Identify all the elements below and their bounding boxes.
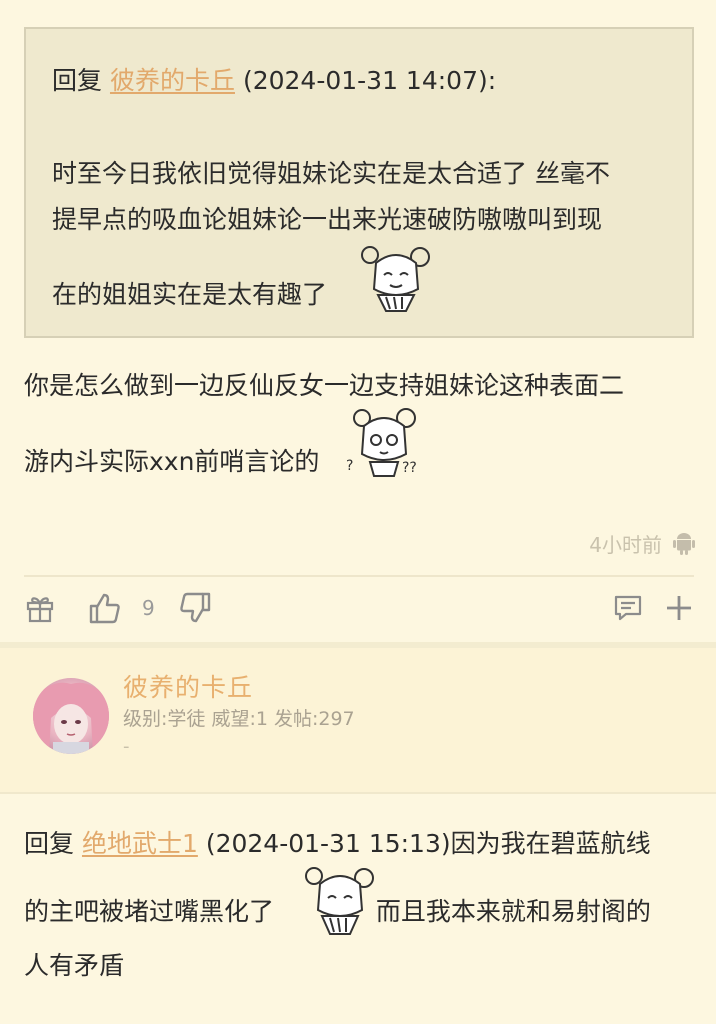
- android-icon: [673, 533, 695, 555]
- like-count: 9: [142, 596, 155, 620]
- user-signature: -: [123, 736, 130, 757]
- time-ago: 4小时前: [589, 532, 662, 557]
- user-card: 彼养的卡丘 级别:学徒 威望:1 发帖:297 -: [0, 648, 716, 792]
- comment-icon: [614, 595, 642, 621]
- post-actions: 9: [0, 588, 716, 632]
- quote-line-text: 在的姐姐实在是太有趣了: [52, 280, 328, 309]
- avatar-image: [33, 678, 109, 754]
- post-time-row: 4小时前: [589, 528, 696, 558]
- quote-header: 回复 彼养的卡丘 (2024-01-31 14:07):: [52, 65, 496, 97]
- reply-line: 人有矛盾: [24, 951, 125, 980]
- user-stats: 级别:学徒 威望:1 发帖:297: [123, 708, 355, 730]
- reply-line: 回复 绝地武士1 (2024-01-31 15:13)因为我在碧蓝航线: [24, 826, 651, 862]
- plus-icon: [667, 596, 691, 620]
- quote-line: 提早点的吸血论姐妹论一出来光速破防嗷嗷叫到现: [52, 205, 603, 234]
- reply-line-text: 的主吧被堵过嘴黑化了: [24, 897, 275, 926]
- like-button[interactable]: [88, 588, 122, 628]
- gift-icon: [26, 597, 54, 623]
- svg-text:?: ?: [346, 458, 353, 474]
- reply-prefix: 回复: [24, 829, 75, 858]
- quoted-username-link[interactable]: 绝地武士1: [82, 829, 198, 858]
- add-button[interactable]: [664, 588, 694, 628]
- avatar[interactable]: [33, 678, 109, 754]
- reply-line: 游内斗实际xxn前哨言论的: [24, 447, 320, 476]
- sticker-confused-girl-icon: ? ??: [346, 408, 417, 477]
- post: 回复 彼养的卡丘 (2024-01-31 14:07): 时至今日我依旧觉得姐妹…: [0, 0, 716, 642]
- reply-line: 你是怎么做到一边反仙反女一边支持姐妹论这种表面二: [24, 371, 625, 400]
- quote-timestamp: (2024-01-31 14:07):: [242, 66, 497, 95]
- gift-button[interactable]: [24, 588, 56, 628]
- reply-prefix: 回复: [52, 66, 103, 95]
- divider: [24, 575, 694, 577]
- quote-block: 回复 彼养的卡丘 (2024-01-31 14:07): 时至今日我依旧觉得姐妹…: [24, 27, 694, 338]
- thumbs-up-icon: [89, 593, 120, 624]
- quote-line: 时至今日我依旧觉得姐妹论实在是太合适了 丝毫不: [52, 159, 610, 188]
- sticker-fan-girl-icon: [305, 867, 374, 935]
- quoted-username-link[interactable]: 彼养的卡丘: [110, 66, 235, 95]
- reply-line-text: (2024-01-31 15:13)因为我在碧蓝航线: [205, 829, 651, 858]
- comment-button[interactable]: [612, 588, 644, 628]
- thumbs-down-icon: [180, 592, 211, 623]
- reply-line-text: 而且我本来就和易射阁的: [375, 897, 651, 926]
- svg-text:??: ??: [402, 460, 417, 476]
- sticker-fan-girl-icon: [361, 246, 430, 312]
- user-name[interactable]: 彼养的卡丘: [123, 668, 253, 704]
- post: 回复 绝地武士1 (2024-01-31 15:13)因为我在碧蓝航线 的主吧被…: [0, 794, 716, 1024]
- dislike-button[interactable]: [178, 588, 212, 628]
